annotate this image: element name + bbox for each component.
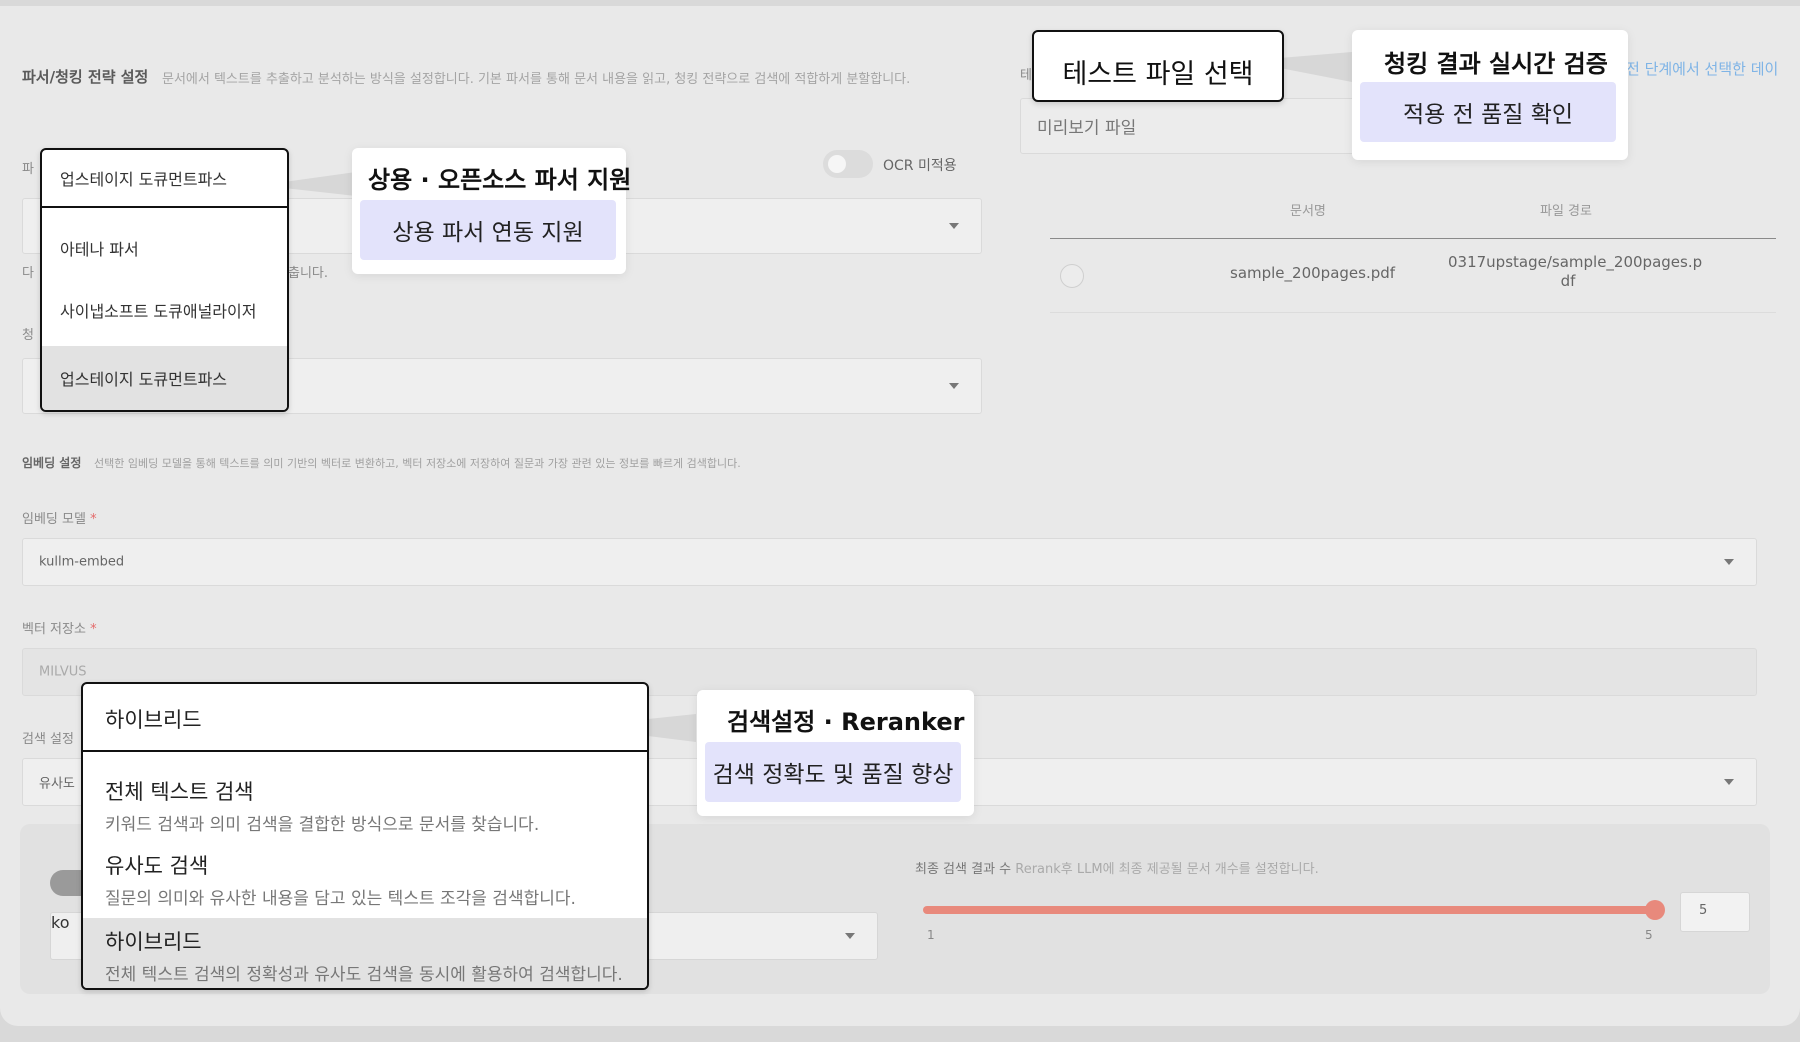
required-mark: * <box>90 622 97 637</box>
settings-page: 파서/청킹 전략 설정 문서에서 텍스트를 추출하고 분석하는 방식을 설정합니… <box>0 6 1800 1026</box>
parser-support-tip: 상용 · 오픈소스 파서 지원 상용 파서 연동 지원 <box>352 148 631 274</box>
chunking-verify-tip-chip: 적용 전 품질 확인 <box>1360 82 1616 142</box>
row-file-path-line1: 0317upstage/sample_200pages.p <box>1448 253 1703 271</box>
ocr-toggle[interactable] <box>823 150 873 178</box>
required-mark: * <box>90 512 97 527</box>
embedding-section-title: 임베딩 설정 <box>22 456 82 470</box>
search-type-value: 유사도 <box>39 776 75 792</box>
chevron-down-icon <box>949 223 959 229</box>
search-option-similarity-desc: 질문의 의미와 유사한 내용을 담고 있는 텍스트 조각을 검색합니다. <box>105 889 576 909</box>
table-row[interactable]: sample_200pages.pdf 0317upstage/sample_2… <box>1050 239 1776 313</box>
search-dropdown-current[interactable]: 하이브리드 <box>83 684 647 752</box>
embedding-model-select[interactable]: kullm-embed <box>22 538 1757 586</box>
final-results-count-input[interactable]: 5 <box>1680 892 1750 932</box>
row-doc-name: sample_200pages.pdf <box>1230 264 1396 282</box>
vector-store-label: 벡터 저장소 * <box>22 618 97 637</box>
search-option-hybrid-title: 하이브리드 <box>105 930 202 954</box>
parser-option-synap[interactable]: 사이냅소프트 도큐애널라이저 <box>42 282 287 338</box>
search-option-hybrid[interactable]: 하이브리드 전체 텍스트 검색의 정확성과 유사도 검색을 동시에 활용하여 검… <box>83 918 647 988</box>
row-file-path: 0317upstage/sample_200pages.p df <box>1448 253 1703 291</box>
column-header-doc-name: 문서명 <box>1290 204 1326 219</box>
embedding-section-description: 선택한 임베딩 모델을 통해 텍스트를 의미 기반의 벡터로 변환하고, 벡터 … <box>94 457 741 470</box>
search-option-fulltext-desc: 키워드 검색과 의미 검색을 결합한 방식으로 문서를 찾습니다. <box>105 815 540 835</box>
search-reranker-tip: 검색설정 · Reranker 검색 정확도 및 품질 향상 <box>697 690 974 816</box>
parser-option-athena[interactable]: 아테나 파서 <box>42 220 287 276</box>
chevron-down-icon <box>1724 559 1734 565</box>
parser-dropdown-menu[interactable]: 업스테이지 도큐먼트파스 아테나 파서 사이냅소프트 도큐애널라이저 업스테이지… <box>40 148 289 412</box>
parser-option-upstage[interactable]: 업스테이지 도큐먼트파스 <box>42 346 287 410</box>
embedding-model-label: 임베딩 모델 * <box>22 508 97 527</box>
search-option-similarity-title: 유사도 검색 <box>105 854 209 878</box>
test-file-callout: 테스트 파일 선택 <box>1032 30 1284 102</box>
search-reranker-tip-title: 검색설정 · Reranker <box>727 708 965 736</box>
preview-file-placeholder: 미리보기 파일 <box>1037 118 1137 139</box>
chunking-label: 청 <box>22 328 34 343</box>
chevron-down-icon <box>949 383 959 389</box>
search-option-fulltext-title: 전체 텍스트 검색 <box>105 780 254 804</box>
vector-store-label-text: 벡터 저장소 <box>22 622 86 637</box>
final-results-slider-thumb[interactable] <box>1645 900 1665 920</box>
parser-hint-prefix: 다 <box>22 266 34 281</box>
test-file-callout-title: 테스트 파일 선택 <box>1062 59 1254 90</box>
parser-section-title: 파서/청킹 전략 설정 <box>22 68 149 86</box>
search-settings-label: 검색 설정 <box>22 732 74 747</box>
search-option-hybrid-desc: 전체 텍스트 검색의 정확성과 유사도 검색을 동시에 활용하여 검색합니다. <box>105 965 623 985</box>
final-results-desc: Rerank후 LLM에 최종 제공될 문서 개수를 설정합니다. <box>1015 862 1319 877</box>
parser-support-tip-title: 상용 · 오픈소스 파서 지원 <box>368 166 632 194</box>
slider-max-label: 5 <box>1645 928 1653 942</box>
chunking-verify-tip-title: 청킹 결과 실시간 검증 <box>1384 50 1608 78</box>
reranker-model-value: ko <box>51 913 70 932</box>
final-results-slider-track[interactable] <box>923 906 1655 914</box>
search-option-fulltext[interactable]: 전체 텍스트 검색 키워드 검색과 의미 검색을 결합한 방식으로 문서를 찾습… <box>83 768 647 835</box>
search-reranker-tip-chip: 검색 정확도 및 품질 향상 <box>705 742 961 802</box>
row-radio[interactable] <box>1060 264 1084 288</box>
vector-store-value: MILVUS <box>39 664 87 680</box>
row-file-path-line2: df <box>1560 272 1576 290</box>
embedding-model-value: kullm-embed <box>39 554 125 570</box>
search-option-similarity[interactable]: 유사도 검색 질문의 의미와 유사한 내용을 담고 있는 텍스트 조각을 검색합… <box>83 842 647 909</box>
parser-label: 파 <box>22 162 34 177</box>
parser-hint-suffix: 춥니다. <box>288 266 329 281</box>
chevron-down-icon <box>1724 779 1734 785</box>
callout-connector <box>1280 52 1352 82</box>
preview-file-select[interactable]: 미리보기 파일 <box>1020 98 1370 154</box>
final-results-label-row: 최종 검색 결과 수 Rerank후 LLM에 최종 제공될 문서 개수를 설정… <box>915 858 1319 877</box>
embedding-model-label-text: 임베딩 모델 <box>22 512 86 527</box>
slider-min-label: 1 <box>927 928 935 942</box>
ocr-label: OCR 미적용 <box>883 158 957 174</box>
parser-support-tip-chip: 상용 파서 연동 지원 <box>360 200 616 260</box>
previous-step-data-link[interactable]: 전 단계에서 선택한 데이 <box>1626 58 1778 79</box>
search-type-dropdown-menu[interactable]: 하이브리드 전체 텍스트 검색 키워드 검색과 의미 검색을 결합한 방식으로 … <box>81 682 649 990</box>
final-results-label: 최종 검색 결과 수 <box>915 862 1012 877</box>
chunking-verify-tip: 청킹 결과 실시간 검증 적용 전 품질 확인 <box>1352 30 1628 160</box>
ocr-toggle-knob <box>828 155 846 173</box>
test-file-label: 테 <box>1020 68 1032 83</box>
column-header-file-path: 파일 경로 <box>1540 204 1592 219</box>
chevron-down-icon <box>845 933 855 939</box>
parser-section-description: 문서에서 텍스트를 추출하고 분석하는 방식을 설정합니다. 기본 파서를 통해… <box>162 72 911 87</box>
parser-dropdown-current[interactable]: 업스테이지 도큐먼트파스 <box>42 150 287 208</box>
